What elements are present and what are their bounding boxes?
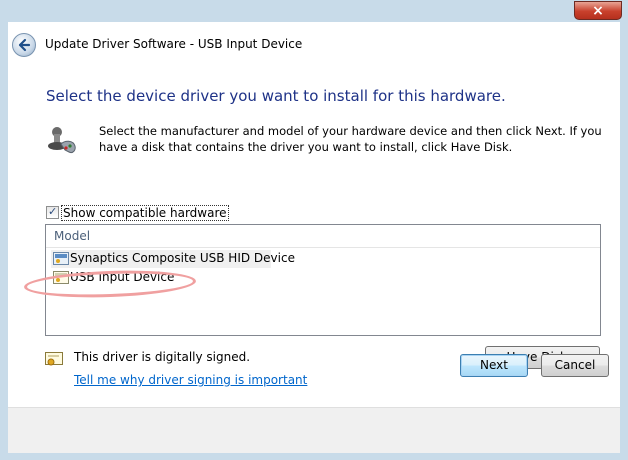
certificate-icon	[45, 352, 63, 366]
list-item-label: Synaptics Composite USB HID Device	[70, 251, 295, 265]
list-item[interactable]: Synaptics Composite USB HID Device	[51, 250, 295, 268]
checkmark-icon: ✓	[48, 205, 58, 218]
back-arrow-icon	[18, 38, 31, 52]
signed-status-text: This driver is digitally signed.	[74, 350, 251, 364]
next-button[interactable]: Next	[460, 354, 528, 377]
dialog-window: × Update Driver Software - USB Input Dev…	[0, 0, 628, 460]
close-icon: ×	[592, 3, 604, 19]
certified-driver-icon	[53, 252, 69, 265]
instructions-text: Select the manufacturer and model of you…	[99, 124, 602, 154]
dialog-content: Select the device driver you want to ins…	[8, 66, 620, 407]
model-column-header[interactable]: Model	[46, 225, 600, 248]
back-button[interactable]	[12, 33, 36, 57]
show-compatible-label[interactable]: Show compatible hardware	[61, 205, 229, 221]
cancel-button[interactable]: Cancel	[541, 354, 609, 377]
hardware-device-icon	[48, 127, 76, 153]
page-heading: Select the device driver you want to ins…	[46, 87, 506, 105]
driver-signing-link[interactable]: Tell me why driver signing is important	[74, 373, 307, 387]
dialog-header: Update Driver Software - USB Input Devic…	[8, 22, 620, 67]
dialog-footer	[8, 407, 620, 453]
dialog-title: Update Driver Software - USB Input Devic…	[45, 37, 303, 51]
show-compatible-checkbox[interactable]: ✓	[46, 205, 59, 219]
close-button[interactable]: ×	[574, 1, 622, 20]
model-header-label: Model	[54, 229, 91, 243]
